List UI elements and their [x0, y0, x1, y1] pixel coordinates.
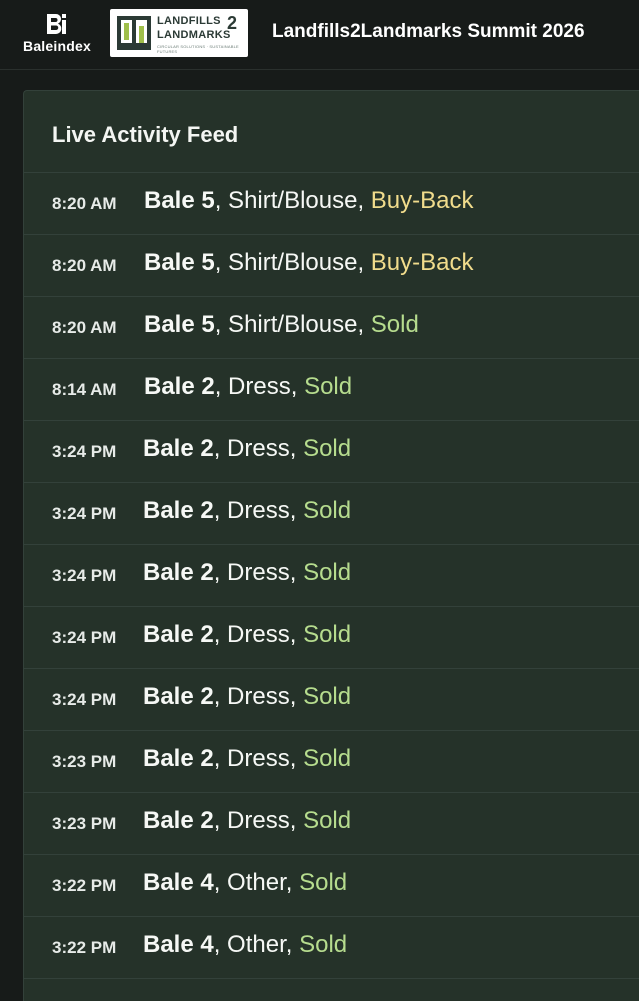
feed-item: 3:22 PM Bale 4, Other, Sold	[24, 855, 639, 917]
feed-item-status: Sold	[303, 683, 352, 710]
feed-item-time: 3:22 PM	[52, 938, 117, 957]
feed-item-garment: , Dress,	[214, 373, 305, 400]
feed-item-bale: Bale 2	[143, 621, 214, 648]
feed-item-description: Bale 4, Other, Sold	[143, 931, 347, 959]
feed-item-status: Sold	[303, 745, 352, 772]
feed-item-description: Bale 2, Dress, Sold	[143, 621, 351, 649]
feed-item-description: Bale 2, Dress, Sold	[144, 373, 352, 401]
feed-item-status: Sold	[303, 559, 352, 586]
feed-item-bale: Bale 2	[144, 373, 215, 400]
feed-item-bale: Bale 2	[143, 559, 214, 586]
feed-item-garment: , Shirt/Blouse,	[214, 311, 371, 338]
feed-item-description: Bale 4, Other, Sold	[143, 869, 347, 897]
feed-heading: Live Activity Feed	[52, 122, 239, 147]
feed-item: 3:22 PM Bale 4, Other, Sold	[24, 917, 639, 979]
feed-item-time: 3:24 PM	[52, 628, 117, 647]
feed-item-time: 3:24 PM	[52, 504, 117, 523]
event-title: Landfills2Landmarks Summit 2026	[272, 21, 585, 42]
feed-item-description: Bale 2, Dress, Sold	[143, 745, 351, 773]
feed-item-status: Sold	[370, 311, 419, 338]
feed-item-bale: Bale 2	[143, 807, 214, 834]
live-activity-feed-panel: Live Activity Feed 8:20 AM Bale 5, Shirt/…	[23, 90, 639, 1001]
feed-item: 3:23 PM Bale 2, Dress, Sold	[24, 731, 639, 793]
feed-item-garment: , Dress,	[213, 745, 304, 772]
feed-item-description: Bale 2, Dress, Sold	[143, 497, 351, 525]
feed-item-time: 3:23 PM	[52, 752, 117, 771]
feed-item: 3:23 PM Bale 2, Dress, Sold	[24, 793, 639, 855]
feed-item-status: Buy-Back	[370, 187, 474, 214]
feed-item-bale: Bale 5	[144, 311, 215, 338]
feed-item-description: Bale 2, Dress, Sold	[143, 559, 351, 587]
feed-item-time: 3:24 PM	[52, 442, 117, 461]
feed-item-garment: , Dress,	[213, 497, 304, 524]
feed-item: 3:24 PM Bale 2, Dress, Sold	[24, 545, 639, 607]
baleindex-logo[interactable]: Baleindex	[12, 10, 102, 60]
feed-item-description: Bale 2, Dress, Sold	[143, 683, 351, 711]
feed-item-bale: Bale 2	[143, 683, 214, 710]
feed-item: 8:20 AM Bale 5, Shirt/Blouse, Buy-Back	[24, 173, 639, 235]
feed-item-garment: , Other,	[213, 931, 300, 958]
partner-logo-tagline: CIRCULAR SOLUTIONS · SUSTAINABLE FUTURES	[157, 44, 239, 54]
feed-item-garment: , Dress,	[213, 559, 304, 586]
feed-item-time: 8:20 AM	[52, 256, 117, 275]
feed-item: 8:20 AM Bale 5, Shirt/Blouse, Buy-Back	[24, 235, 639, 297]
feed-item-status: Sold	[303, 497, 352, 524]
feed-item-garment: , Dress,	[213, 807, 304, 834]
feed-item-garment: , Dress,	[213, 683, 304, 710]
feed-item-status: Buy-Back	[370, 249, 474, 276]
feed-item: 8:20 AM Bale 5, Shirt/Blouse, Sold	[24, 297, 639, 359]
brand-name: Baleindex	[23, 38, 91, 54]
feed-item-garment: , Dress,	[213, 621, 304, 648]
feed-item: 3:24 PM Bale 2, Dress, Sold	[24, 607, 639, 669]
baleindex-logo-icon	[47, 13, 66, 35]
feed-item-bale: Bale 2	[143, 435, 214, 462]
feed-item-description: Bale 2, Dress, Sold	[143, 435, 351, 463]
feed-item: 3:24 PM Bale 2, Dress, Sold	[24, 421, 639, 483]
feed-item-description: Bale 5, Shirt/Blouse, Buy-Back	[144, 249, 474, 277]
landfills2landmarks-logo[interactable]: LANDFILLS 2 LANDMARKS CIRCULAR SOLUTIONS…	[110, 9, 248, 57]
feed-item-status: Sold	[304, 373, 353, 400]
feed-item-bale: Bale 5	[144, 187, 215, 214]
feed-item-status: Sold	[299, 869, 348, 896]
feed-item-bale: Bale 5	[144, 249, 215, 276]
feed-item-garment: , Dress,	[213, 435, 304, 462]
feed-item-time: 3:24 PM	[52, 566, 117, 585]
feed-item-time: 8:20 AM	[52, 318, 117, 337]
feed-item-description: Bale 2, Dress, Sold	[143, 807, 351, 835]
activity-feed-list[interactable]: 8:20 AM Bale 5, Shirt/Blouse, Buy-Back 8:2…	[24, 172, 639, 979]
landfills2landmarks-logo-icon	[117, 16, 151, 50]
feed-item-description: Bale 5, Shirt/Blouse, Sold	[144, 311, 419, 339]
feed-item-time: 8:14 AM	[52, 380, 117, 399]
feed-item-bale: Bale 4	[143, 931, 214, 958]
partner-logo-line1: LANDFILLS	[157, 15, 221, 27]
feed-item-time: 3:24 PM	[52, 690, 117, 709]
feed-item: 8:14 AM Bale 2, Dress, Sold	[24, 359, 639, 421]
feed-item-status: Sold	[299, 931, 348, 958]
feed-item: 3:24 PM Bale 2, Dress, Sold	[24, 669, 639, 731]
partner-logo-line2: LANDMARKS	[157, 29, 231, 41]
feed-item-description: Bale 5, Shirt/Blouse, Buy-Back	[144, 187, 474, 215]
feed-item-garment: , Shirt/Blouse,	[214, 187, 371, 214]
feed-item-bale: Bale 2	[143, 745, 214, 772]
feed-item-garment: , Shirt/Blouse,	[214, 249, 371, 276]
feed-item: 3:24 PM Bale 2, Dress, Sold	[24, 483, 639, 545]
feed-item-status: Sold	[303, 435, 352, 462]
feed-item-garment: , Other,	[213, 869, 300, 896]
feed-item-time: 3:23 PM	[52, 814, 117, 833]
feed-item-time: 8:20 AM	[52, 194, 117, 213]
feed-item-status: Sold	[303, 621, 352, 648]
top-bar: Baleindex LANDFILLS 2 LANDMARKS CIRCULAR…	[0, 0, 639, 70]
feed-item-status: Sold	[303, 807, 352, 834]
feed-item-bale: Bale 2	[143, 497, 214, 524]
feed-item-time: 3:22 PM	[52, 876, 117, 895]
feed-item-bale: Bale 4	[143, 869, 214, 896]
